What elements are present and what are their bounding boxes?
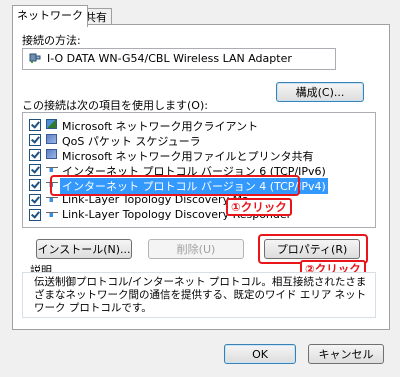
checkbox[interactable] (29, 179, 41, 191)
list-item[interactable]: Microsoft ネットワーク用クライアント (26, 117, 366, 133)
connect-using-label: 接続の方法: (22, 34, 81, 47)
list-item[interactable]: QoS パケット スケジューラ (26, 132, 366, 148)
protocol-icon (46, 212, 58, 217)
network-adapter-icon (29, 53, 41, 64)
configure-button[interactable]: 構成(C)... (276, 82, 364, 102)
list-item[interactable]: Microsoft ネットワーク用ファイルとプリンタ共有 (26, 147, 366, 163)
checkbox[interactable] (29, 149, 41, 161)
protocol-icon (46, 197, 58, 202)
cancel-button[interactable]: キャンセル (308, 344, 384, 364)
protocol-icon (46, 167, 58, 172)
service-icon (46, 149, 57, 159)
service-icon (46, 134, 57, 144)
items-list-label: この接続は次の項目を使用します(O): (22, 99, 208, 112)
client-icon (46, 119, 57, 129)
adapter-name: I-O DATA WN-G54/CBL Wireless LAN Adapter (47, 52, 292, 65)
items-listbox[interactable]: Microsoft ネットワーク用クライアント QoS パケット スケジューラ … (22, 112, 376, 228)
step1-callout: ①クリック (226, 198, 292, 216)
checkbox[interactable] (29, 119, 41, 131)
list-item[interactable]: Link-Layer Topology Discovery Responder (26, 207, 366, 222)
description-text: 伝送制御プロトコル/インターネット プロトコル。相互接続されたさまざまなネットワ… (34, 276, 367, 314)
highlight-ipv4-item (50, 175, 300, 196)
checkbox[interactable] (29, 194, 41, 206)
ok-button[interactable]: OK (224, 344, 296, 364)
adapter-field: I-O DATA WN-G54/CBL Wireless LAN Adapter (22, 48, 336, 70)
checkbox[interactable] (29, 209, 41, 221)
install-button[interactable]: インストール(N)... (36, 239, 132, 259)
checkbox[interactable] (29, 134, 41, 146)
uninstall-button: 削除(U) (148, 239, 244, 259)
checkbox[interactable] (29, 164, 41, 176)
